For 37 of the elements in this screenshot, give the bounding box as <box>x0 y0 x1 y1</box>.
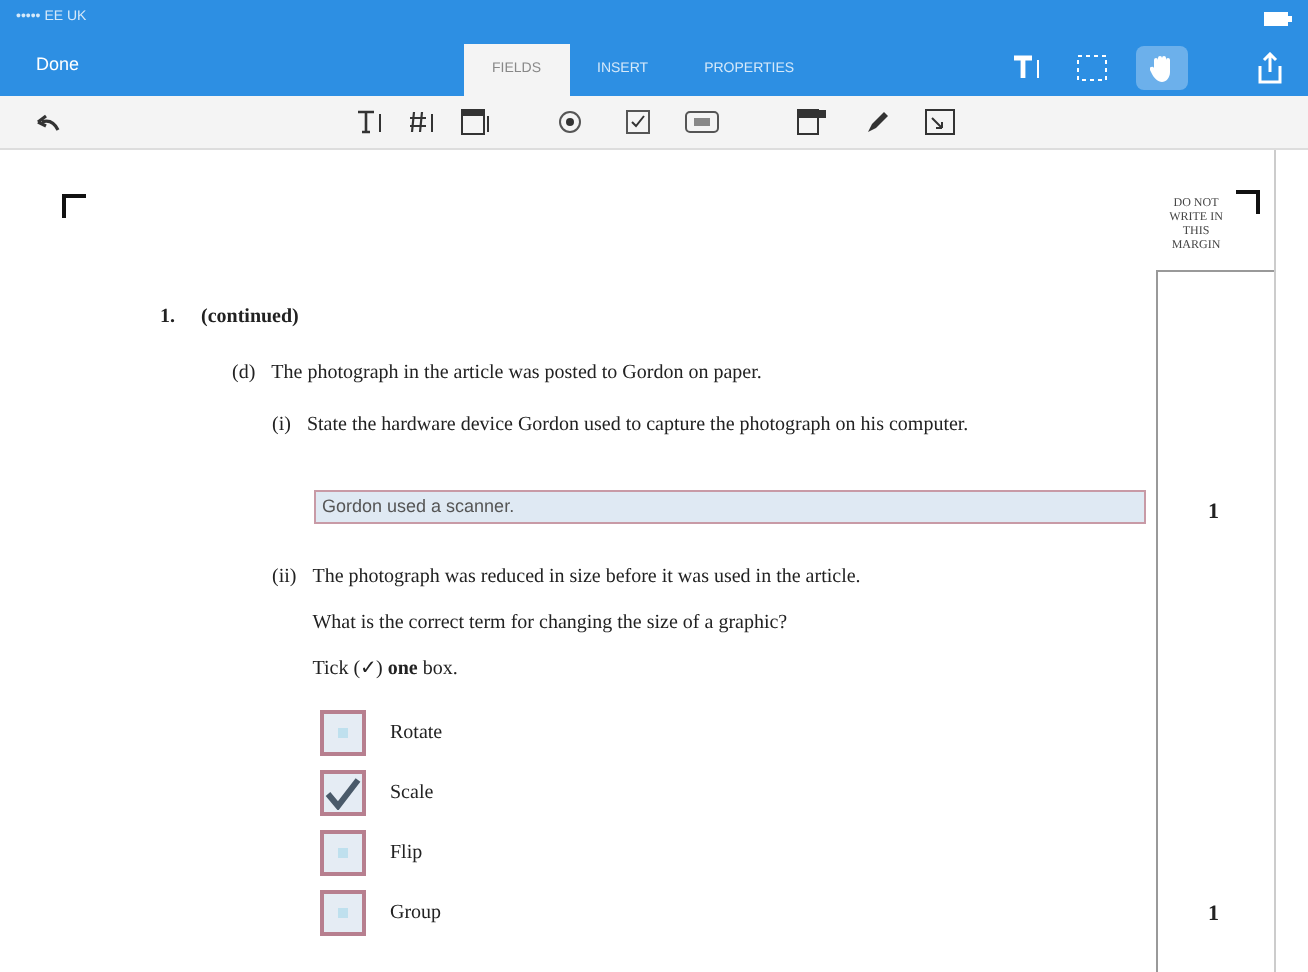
corner-mark-icon <box>1236 190 1260 214</box>
calendar-icon[interactable] <box>460 108 492 136</box>
checkbox-icon[interactable] <box>624 108 652 136</box>
question-text: What is the correct term for changing the size of a graphic? <box>312 610 790 638</box>
hand-icon <box>1150 54 1174 82</box>
checkbox[interactable] <box>320 830 366 876</box>
battery-icon <box>1264 11 1292 25</box>
part-label: (d) <box>232 360 256 388</box>
question-text: The photograph was reduced in size before it was used in the article. <box>312 564 861 592</box>
button-field-icon[interactable] <box>684 108 720 136</box>
done-button[interactable]: Done <box>36 52 80 79</box>
question-heading: (continued) <box>201 304 299 332</box>
mark-allocation: 1 <box>1208 498 1219 528</box>
radio-button-icon[interactable] <box>556 108 584 136</box>
pen-icon[interactable] <box>864 108 892 136</box>
answer-field[interactable]: Gordon used a scanner. <box>314 490 1146 524</box>
corner-mark-icon <box>62 194 86 218</box>
option-label: Scale <box>390 780 434 808</box>
option-label: Rotate <box>390 720 443 748</box>
part-text: The photograph in the article was posted to Gordon on paper. <box>271 360 762 388</box>
selection-icon[interactable] <box>1076 54 1108 82</box>
option-label: Group <box>390 900 442 928</box>
image-field-icon[interactable] <box>924 108 956 136</box>
undo-icon[interactable] <box>36 114 60 132</box>
question-text: Tick (✓) one box. <box>312 656 460 684</box>
checkbox[interactable] <box>320 770 366 816</box>
mark-allocation: 1 <box>1208 900 1219 930</box>
part-label: (ii) <box>272 564 297 592</box>
question-text: State the hardware device Gordon used to capture the photograph on his computer. <box>306 412 969 440</box>
share-icon[interactable] <box>1256 52 1284 84</box>
question-number: 1. <box>160 304 175 332</box>
hand-tool-button[interactable] <box>1136 46 1188 90</box>
list-box-icon[interactable] <box>796 108 828 136</box>
part-label: (i) <box>272 412 291 440</box>
option-label: Flip <box>390 840 423 868</box>
checkbox[interactable] <box>320 890 366 936</box>
checkbox[interactable] <box>320 710 366 756</box>
